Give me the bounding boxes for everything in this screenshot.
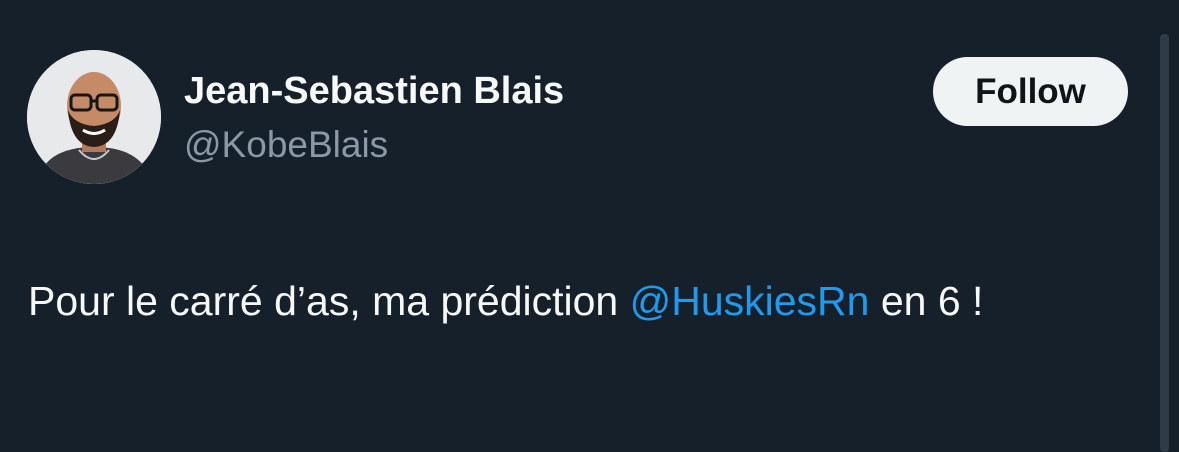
avatar[interactable] <box>27 50 161 184</box>
tweet-text: Pour le carré d’as, ma prédiction @Huski… <box>28 268 1148 334</box>
mention-link[interactable]: @HuskiesRn <box>630 278 870 324</box>
tweet-text-before: Pour le carré d’as, ma prédiction <box>28 278 630 324</box>
display-name[interactable]: Jean-Sebastien Blais <box>184 68 564 114</box>
tweet-card: Jean-Sebastien Blais @KobeBlais Follow P… <box>0 0 1179 452</box>
user-handle[interactable]: @KobeBlais <box>184 122 388 168</box>
tweet-text-after: en 6 ! <box>869 278 984 324</box>
profile-photo <box>27 50 161 184</box>
follow-button[interactable]: Follow <box>933 57 1128 126</box>
scrollbar[interactable] <box>1160 34 1169 452</box>
